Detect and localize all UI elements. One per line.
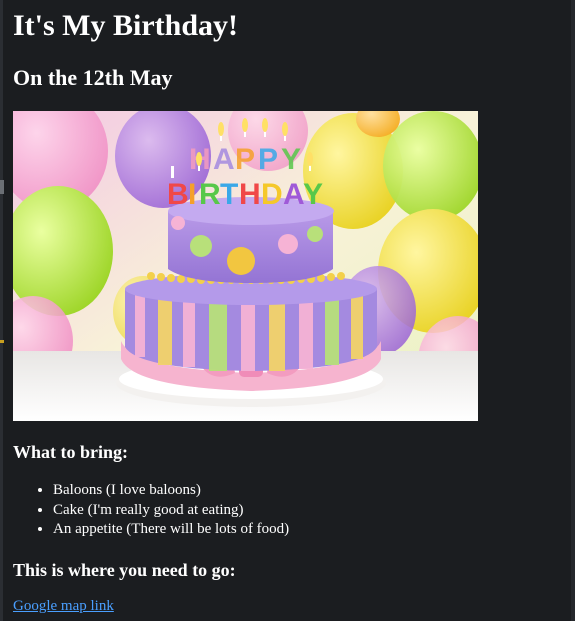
list-item: Baloons (I love baloons) [53,481,289,501]
left-edge-marker-yellow [0,340,4,343]
birthday-cake-image: B I R T H D A Y H A P P Y [13,111,478,421]
svg-text:I: I [188,178,196,211]
location-heading: This is where you need to go: [13,560,236,580]
svg-text:D: D [261,178,283,211]
page-subtitle: On the 12th May [13,65,173,90]
svg-text:A: A [213,143,235,176]
svg-text:Y: Y [281,143,301,176]
bring-list: Baloons (I love baloons) Cake (I'm reall… [13,481,289,540]
google-map-link[interactable]: Google map link [13,597,114,616]
list-item: An appetite (There will be lots of food) [53,520,289,540]
svg-text:Y: Y [303,178,323,211]
right-window-edge [571,0,575,621]
bring-heading: What to bring: [13,442,129,462]
left-edge-marker [0,180,4,194]
svg-text:H: H [239,178,261,211]
svg-text:R: R [199,178,221,211]
svg-text:T: T [220,178,238,211]
page-title: It's My Birthday! [13,9,238,42]
svg-text:A: A [283,178,305,211]
list-item: Cake (I'm really good at eating) [53,501,289,521]
svg-text:P: P [258,143,278,176]
svg-text:P: P [235,143,255,176]
svg-text:B: B [167,178,189,211]
left-window-edge [0,0,3,621]
